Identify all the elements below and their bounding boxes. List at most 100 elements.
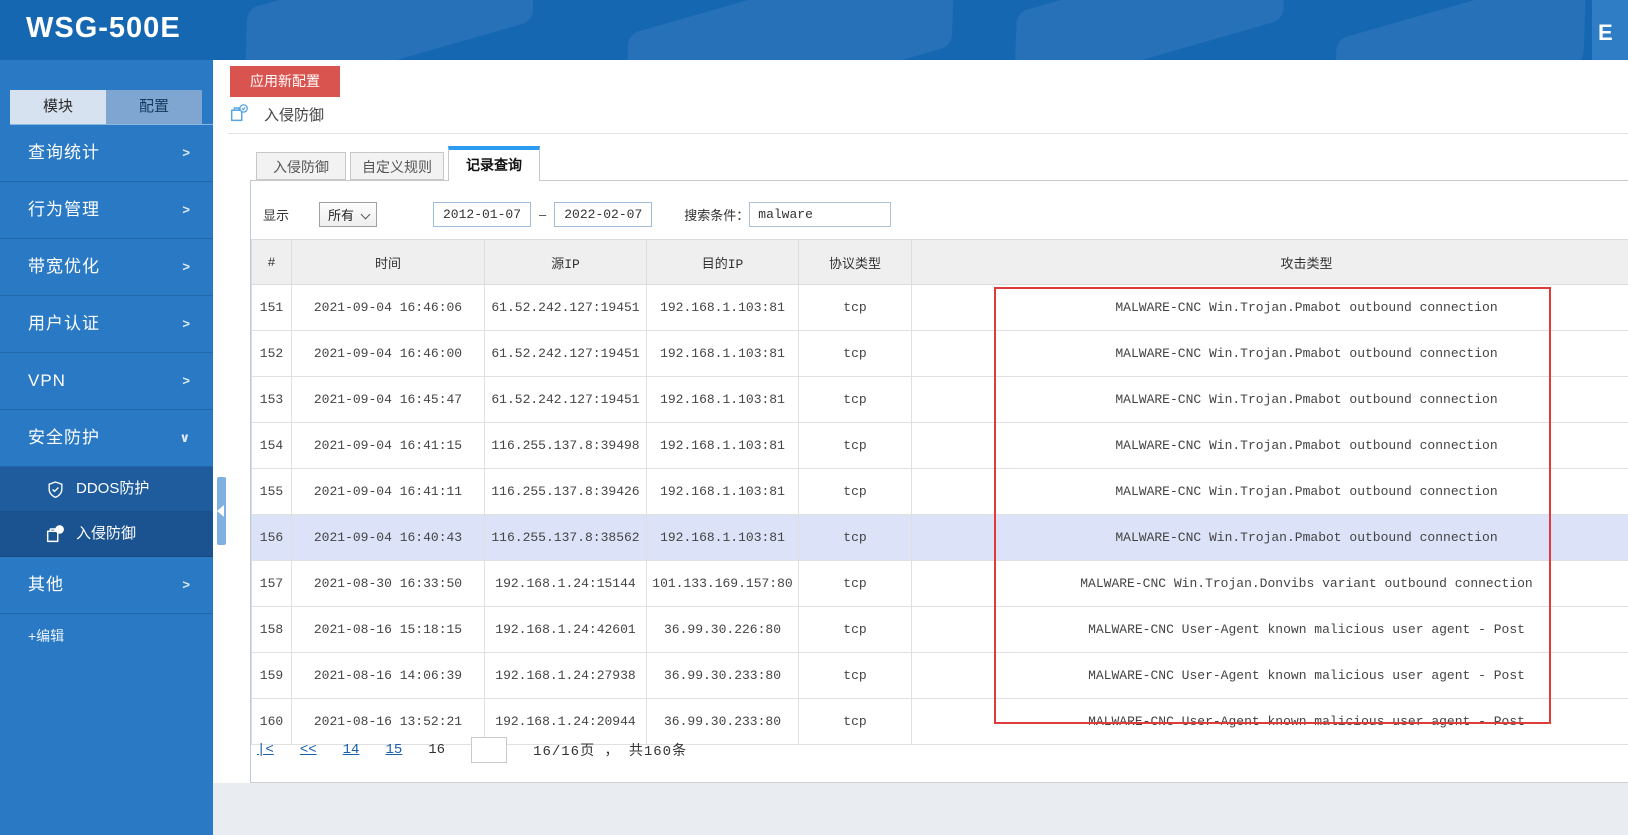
column-header: 协议类型 [798,239,912,285]
show-select[interactable]: 所有 [319,202,378,227]
breadcrumb: 入侵防御 [228,101,324,127]
cell-index: 159 [251,652,292,699]
tab-custom-rules[interactable]: 自定义规则 [350,152,444,180]
header-right-panel[interactable]: E [1592,0,1628,60]
sidebar-item[interactable]: 安全防护 ∨ [0,410,213,467]
cell-dest-ip: 192.168.1.103:81 [646,468,799,515]
sidebar-item-label: VPN [28,371,66,390]
chevron-right-icon: > [182,202,191,217]
app-header: WSG-500E E [0,0,1628,60]
cell-protocol: tcp [798,514,912,561]
cell-attack-type: MALWARE-CNC Win.Trojan.Donvibs variant o… [911,560,1628,607]
table-row[interactable]: 159 2021-08-16 14:06:39 192.168.1.24:27938… [251,652,1628,699]
chevron-right-icon: > [182,373,191,388]
date-from-input[interactable] [433,202,532,227]
cell-dest-ip: 192.168.1.103:81 [646,422,799,469]
table-row[interactable]: 155 2021-09-04 16:41:11 116.255.137.8:3942… [251,468,1628,515]
cell-dest-ip: 36.99.30.226:80 [646,606,799,653]
sidebar-item[interactable]: 查询统计 > [0,125,213,182]
sidebar-item[interactable]: 行为管理 > [0,182,213,239]
page-link[interactable]: 15 [385,742,402,758]
cell-time: 2021-08-30 16:33:50 [291,560,485,607]
search-input[interactable] [749,202,892,227]
sidebar-subitem[interactable]: DDOS防护 [0,467,213,512]
record-query-panel: 显示 所有 – 搜索条件： #时间源IP目的IP协议类型攻击类型 1512021… [250,180,1628,783]
filter-bar: 显示 所有 – 搜索条件： [251,201,892,228]
date-to-input[interactable] [554,202,653,227]
page-link[interactable]: 14 [343,742,360,758]
table-row[interactable]: 156 2021-09-04 16:40:43 116.255.137.8:3856… [251,514,1628,561]
table-row[interactable]: 157 2021-08-30 16:33:50 192.168.1.24:15144… [251,560,1628,607]
cell-protocol: tcp [798,330,912,377]
table-row[interactable]: 158 2021-08-16 15:18:15 192.168.1.24:42601… [251,606,1628,653]
sidebar-item-label: 其他 [28,575,64,594]
column-header: 时间 [291,239,485,285]
sidebar-tab-config[interactable]: 配置 [106,90,202,124]
table-row[interactable]: 152 2021-09-04 16:46:00 61.52.242.127:1945… [251,330,1628,377]
cell-protocol: tcp [798,698,912,745]
chevron-right-icon: > [182,577,191,592]
header-background-art [244,0,536,60]
cell-dest-ip: 192.168.1.103:81 [646,376,799,423]
table-row[interactable]: 151 2021-09-04 16:46:06 61.52.242.127:1945… [251,284,1628,331]
cell-attack-type: MALWARE-CNC Win.Trojan.Pmabot outbound c… [911,376,1628,423]
apply-config-button[interactable]: 应用新配置 [230,66,340,97]
sidebar-item-label: 用户认证 [28,314,100,333]
app-title: WSG-500E [26,12,181,44]
chevron-right-icon: > [182,316,191,331]
sidebar-item[interactable]: 带宽优化 > [0,239,213,296]
cell-time: 2021-09-04 16:46:06 [291,284,485,331]
show-select-value: 所有 [328,208,355,223]
table-row[interactable]: 153 2021-09-04 16:45:47 61.52.242.127:1945… [251,376,1628,423]
stamp-check-icon [44,523,66,545]
cell-dest-ip: 192.168.1.103:81 [646,284,799,331]
page-footer-area [213,783,1628,835]
cell-time: 2021-09-04 16:45:47 [291,376,485,423]
sidebar-item[interactable]: 用户认证 > [0,296,213,353]
cell-time: 2021-09-04 16:41:11 [291,468,485,515]
cell-protocol: tcp [798,284,912,331]
cell-protocol: tcp [798,422,912,469]
sidebar: 模块 配置 查询统计 > 行为管理 > 带宽优化 > 用户认证 > VPN > 安全防护 ∨ DDOS防… [0,60,213,835]
sidebar-item-label: 安全防护 [28,428,100,447]
chevron-right-icon: > [182,259,191,274]
cell-source-ip: 61.52.242.127:19451 [484,284,647,331]
sidebar-edit-link[interactable]: +编辑 [0,614,213,658]
cell-attack-type: MALWARE-CNC Win.Trojan.Pmabot outbound c… [911,514,1628,561]
records-table: # 时间 源IP 目的IP 协议类型 攻击类型 151 2021-09-04 16:46:0… [251,239,1628,745]
sidebar-item[interactable]: 其他 > [0,557,213,614]
page-number-input[interactable] [471,737,508,763]
cell-protocol: tcp [798,376,912,423]
cell-time: 2021-09-04 16:46:00 [291,330,485,377]
cell-source-ip: 116.255.137.8:38562 [484,514,647,561]
cell-protocol: tcp [798,606,912,653]
first-page-link[interactable]: |< [257,742,274,758]
cell-dest-ip: 192.168.1.103:81 [646,330,799,377]
cell-index: 156 [251,514,292,561]
sidebar-menu: 查询统计 > 行为管理 > 带宽优化 > 用户认证 > VPN > 安全防护 ∨ DDOS防护 入侵防御其… [0,125,213,658]
cell-attack-type: MALWARE-CNC Win.Trojan.Pmabot outbound c… [911,422,1628,469]
cell-attack-type: MALWARE-CNC User-Agent known malicious u… [911,652,1628,699]
sidebar-collapse-handle[interactable] [217,477,226,545]
cell-index: 158 [251,606,292,653]
cell-attack-type: MALWARE-CNC User-Agent known malicious u… [911,698,1628,745]
tab-intrusion-prevention[interactable]: 入侵防御 [256,152,346,180]
sidebar-item-label: 查询统计 [28,143,100,162]
show-label: 显示 [263,208,290,223]
chevron-down-icon [360,209,371,220]
sidebar-item[interactable]: VPN > [0,353,213,410]
cell-index: 153 [251,376,292,423]
sidebar-subitem[interactable]: 入侵防御 [0,512,213,557]
tab-record-query[interactable]: 记录查询 [448,146,540,181]
column-header: 源IP [484,239,647,285]
cell-index: 154 [251,422,292,469]
cell-attack-type: MALWARE-CNC Win.Trojan.Pmabot outbound c… [911,468,1628,515]
cell-protocol: tcp [798,560,912,607]
table-row[interactable]: 154 2021-09-04 16:41:15 116.255.137.8:3949… [251,422,1628,469]
header-background-art [1333,0,1587,60]
cell-source-ip: 192.168.1.24:15144 [484,560,647,607]
cell-attack-type: MALWARE-CNC Win.Trojan.Pmabot outbound c… [911,330,1628,377]
cell-index: 157 [251,560,292,607]
prev-page-link[interactable]: << [300,742,317,758]
sidebar-tab-modules[interactable]: 模块 [10,90,106,124]
